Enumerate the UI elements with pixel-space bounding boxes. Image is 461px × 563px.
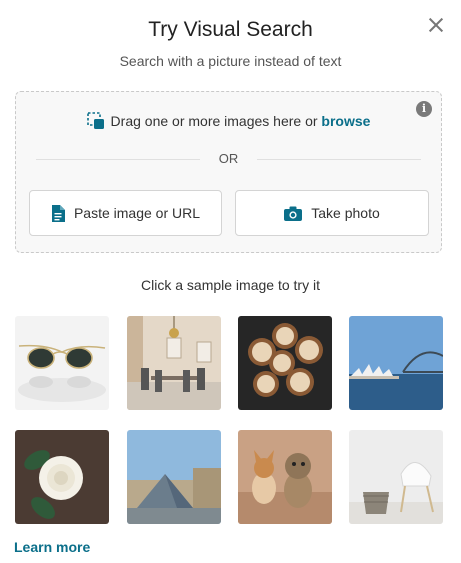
drag-instructions: Drag one or more images here or browse xyxy=(16,112,441,130)
sample-image-sunglasses[interactable] xyxy=(15,316,109,410)
sample-image-dining-room[interactable] xyxy=(127,316,221,410)
camera-icon xyxy=(284,206,303,221)
divider-line-right xyxy=(257,159,421,160)
sample-image-sydney-opera-house[interactable] xyxy=(349,316,443,410)
sample-image-two-dogs[interactable] xyxy=(238,430,332,524)
sample-image-latte-art[interactable] xyxy=(238,316,332,410)
photo-button-label: Take photo xyxy=(311,205,380,221)
image-drop-zone[interactable]: i Drag one or more images here or browse… xyxy=(15,91,442,253)
dialog-subtitle: Search with a picture instead of text xyxy=(119,53,342,69)
sample-image-white-rose[interactable] xyxy=(15,430,109,524)
dialog-title: Try Visual Search xyxy=(148,18,313,41)
sample-images-label: Click a sample image to try it xyxy=(141,277,320,293)
take-photo-button[interactable]: Take photo xyxy=(235,190,429,236)
drag-drop-icon xyxy=(86,112,104,129)
paste-image-button[interactable]: Paste image or URL xyxy=(29,190,222,236)
close-icon[interactable] xyxy=(427,16,445,34)
browse-link[interactable]: browse xyxy=(321,113,370,129)
drag-text: Drag one or more images here or xyxy=(110,113,322,129)
document-icon xyxy=(51,204,65,222)
learn-more-link[interactable]: Learn more xyxy=(14,539,90,555)
paste-button-label: Paste image or URL xyxy=(73,205,201,221)
sample-image-white-chair[interactable] xyxy=(349,430,443,524)
sample-image-louvre-pyramid[interactable] xyxy=(127,430,221,524)
or-divider: OR xyxy=(36,151,421,167)
